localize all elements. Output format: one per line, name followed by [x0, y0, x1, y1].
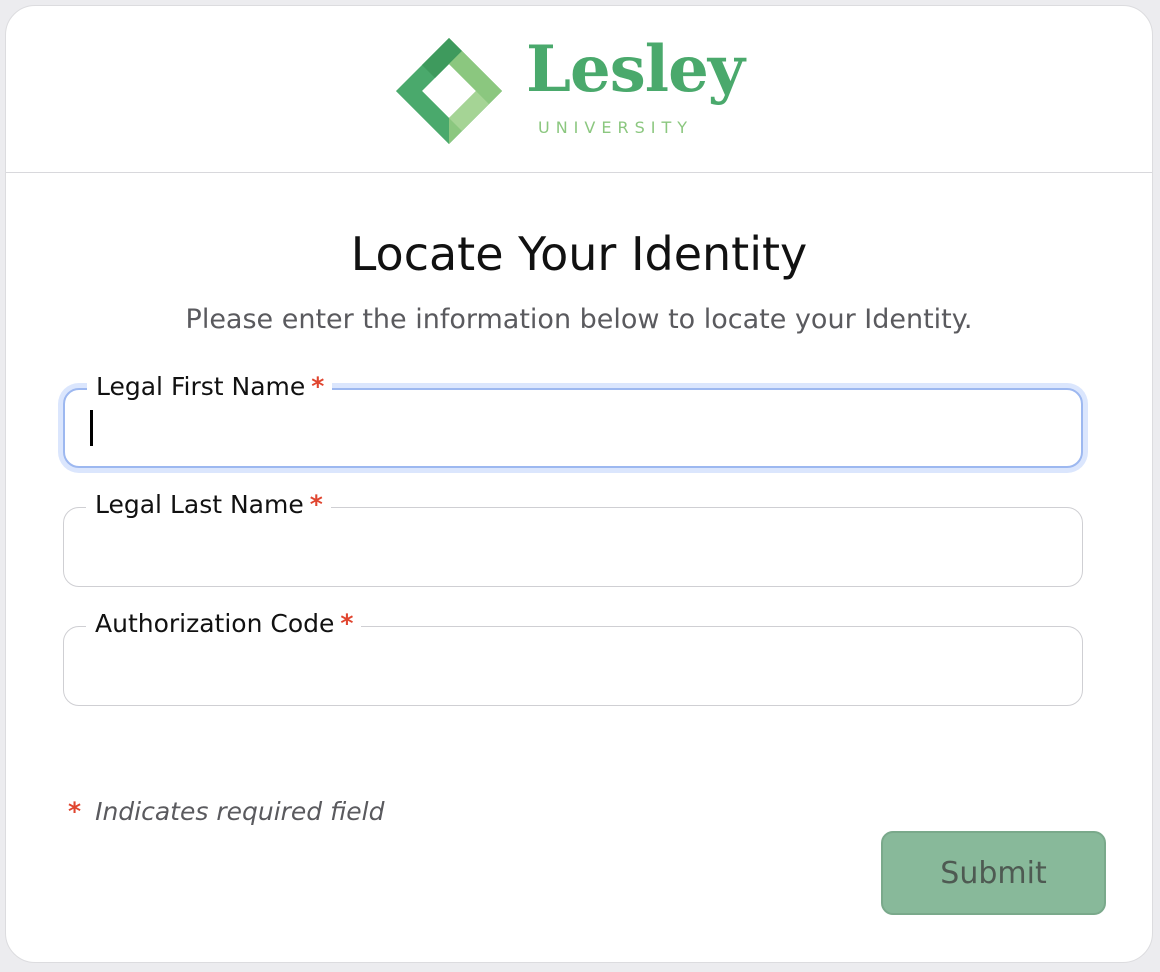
lesley-logo-icon [396, 38, 502, 144]
authorization-code-label: Authorization Code * [86, 606, 362, 642]
last-name-input[interactable] [84, 522, 1062, 570]
last-name-label: Legal Last Name * [86, 487, 331, 523]
submit-button[interactable]: Submit [881, 831, 1106, 915]
logo-subtitle: UNIVERSITY [538, 118, 693, 137]
text-caret [90, 410, 93, 446]
page-title: Locate Your Identity [350, 227, 808, 281]
logo: Lesley UNIVERSITY [396, 32, 776, 148]
first-name-label: Legal First Name * [87, 369, 333, 405]
page-subtitle: Please enter the information below to lo… [185, 304, 973, 335]
required-asterisk: * [68, 797, 82, 826]
login-card: Lesley UNIVERSITY Locate Your Identity P… [5, 5, 1153, 963]
authorization-code-field[interactable]: Authorization Code * [63, 606, 1083, 706]
last-name-field[interactable]: Legal Last Name * [63, 487, 1083, 587]
required-asterisk: * [311, 372, 325, 401]
first-name-input[interactable] [85, 404, 1063, 452]
required-asterisk: * [309, 490, 323, 519]
header: Lesley UNIVERSITY [6, 6, 1152, 173]
required-asterisk: * [340, 609, 354, 638]
required-field-note: * Indicates required field [68, 797, 385, 826]
first-name-field[interactable]: Legal First Name * [63, 369, 1083, 468]
authorization-code-input[interactable] [84, 641, 1062, 689]
logo-wordmark: Lesley [526, 32, 745, 107]
